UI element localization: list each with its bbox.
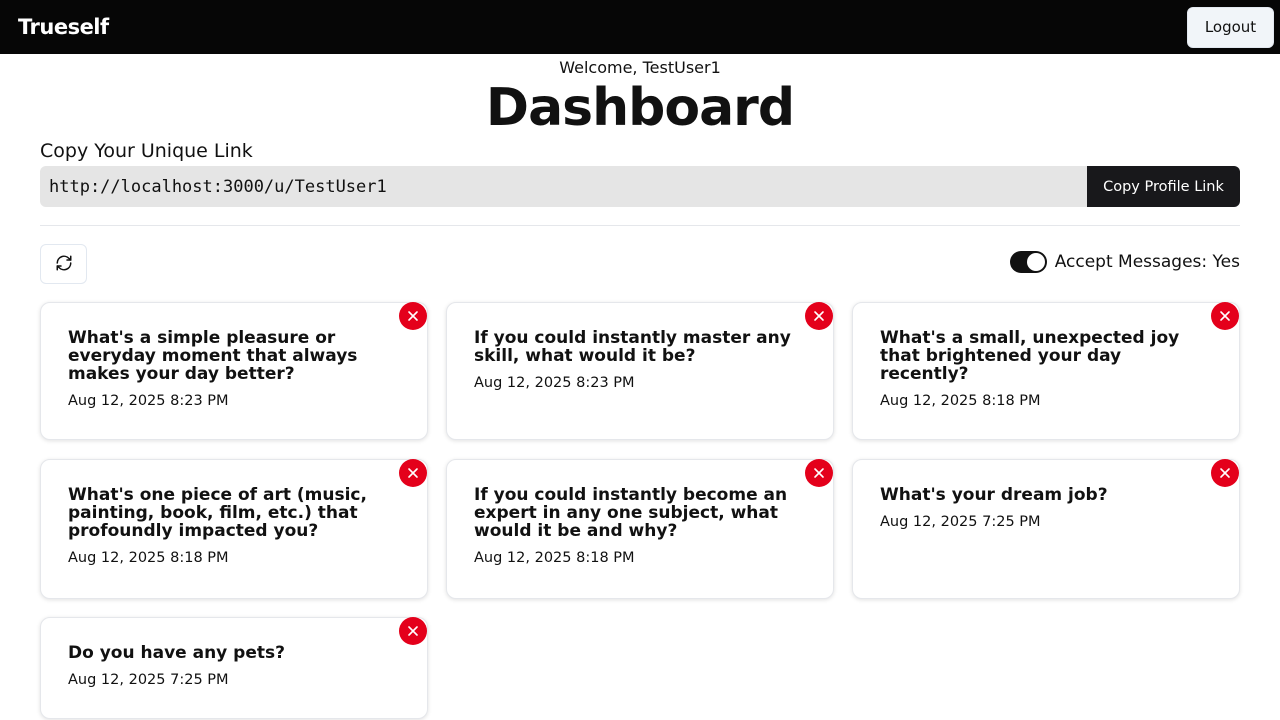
- message-text: What's a simple pleasure or everyday mom…: [68, 328, 358, 384]
- message-date: Aug 12, 2025 8:18 PM: [68, 550, 229, 566]
- logout-button[interactable]: Logout: [1187, 6, 1274, 48]
- close-icon: [1219, 307, 1231, 326]
- page-title: Dashboard: [485, 78, 795, 138]
- delete-message-button[interactable]: [805, 459, 833, 487]
- close-icon: [813, 464, 825, 483]
- toggle-knob: [1026, 253, 1045, 271]
- refresh-button[interactable]: [40, 244, 87, 284]
- close-icon: [407, 307, 419, 326]
- message-card: What's a small, unexpected joy that brig…: [852, 302, 1240, 440]
- message-date: Aug 12, 2025 7:25 PM: [68, 672, 229, 688]
- message-card: If you could instantly master any skill,…: [446, 302, 834, 440]
- profile-link-input[interactable]: [40, 166, 1087, 207]
- accept-messages-control: Accept Messages: Yes: [1009, 251, 1240, 273]
- message-date: Aug 12, 2025 8:18 PM: [880, 393, 1041, 409]
- close-icon: [813, 307, 825, 326]
- close-icon: [1219, 464, 1231, 483]
- message-text: What's a small, unexpected joy that brig…: [880, 328, 1180, 384]
- message-card: If you could instantly become an expert …: [446, 459, 834, 599]
- message-date: Aug 12, 2025 8:23 PM: [68, 393, 229, 409]
- close-icon: [407, 622, 419, 641]
- message-text: If you could instantly become an expert …: [474, 485, 788, 541]
- delete-message-button[interactable]: [399, 302, 427, 330]
- accept-messages-label: Accept Messages: Yes: [1054, 252, 1240, 272]
- message-card: Do you have any pets? Aug 12, 2025 7:25 …: [40, 617, 428, 719]
- copy-profile-link-button[interactable]: Copy Profile Link: [1087, 166, 1240, 207]
- message-card: What's one piece of art (music, painting…: [40, 459, 428, 599]
- unique-link-heading: Copy Your Unique Link: [40, 140, 253, 162]
- navbar: Trueself Logout: [0, 0, 1280, 54]
- brand-logo[interactable]: Trueself: [18, 15, 109, 39]
- close-icon: [407, 464, 419, 483]
- message-card: What's your dream job? Aug 12, 2025 7:25…: [852, 459, 1240, 599]
- delete-message-button[interactable]: [399, 459, 427, 487]
- divider: [40, 225, 1240, 226]
- accept-messages-toggle[interactable]: [1009, 251, 1047, 273]
- delete-message-button[interactable]: [399, 617, 427, 645]
- message-text: If you could instantly master any skill,…: [474, 328, 791, 366]
- refresh-icon: [55, 254, 73, 275]
- message-text: What's your dream job?: [880, 485, 1108, 505]
- message-date: Aug 12, 2025 8:18 PM: [474, 550, 635, 566]
- delete-message-button[interactable]: [805, 302, 833, 330]
- message-text: What's one piece of art (music, painting…: [68, 485, 367, 541]
- delete-message-button[interactable]: [1211, 302, 1239, 330]
- message-date: Aug 12, 2025 7:25 PM: [880, 514, 1041, 530]
- welcome-text: Welcome, TestUser1: [559, 58, 721, 77]
- unique-link-row: Copy Profile Link: [40, 166, 1240, 207]
- message-text: Do you have any pets?: [68, 643, 285, 663]
- message-date: Aug 12, 2025 8:23 PM: [474, 375, 635, 391]
- message-card: What's a simple pleasure or everyday mom…: [40, 302, 428, 440]
- delete-message-button[interactable]: [1211, 459, 1239, 487]
